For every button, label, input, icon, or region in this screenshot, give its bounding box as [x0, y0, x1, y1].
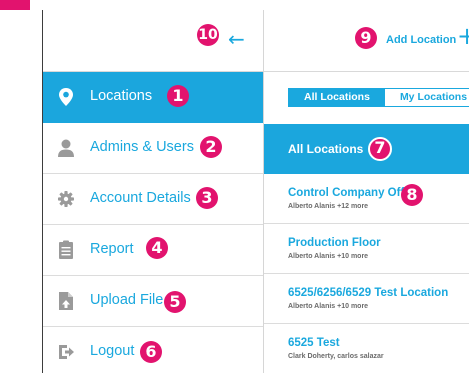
sidebar-item-label: Account Details: [90, 190, 191, 206]
my-locations-tab[interactable]: My Locations: [385, 89, 469, 106]
annotation-badge-4: 4: [146, 237, 168, 259]
annotation-badge-8: 8: [401, 184, 423, 206]
sidebar-item-label: Upload File: [90, 292, 164, 308]
arrow-left-icon[interactable]: ←: [228, 29, 245, 49]
location-name: 6525/6256/6529 Test Location: [288, 287, 449, 299]
sidebar-item-account-details[interactable]: Account Details 3: [43, 174, 263, 225]
add-location-button[interactable]: Add Location: [386, 34, 456, 46]
app-window: 10 ← Locations 1 Admins & Users 2 Accoun…: [42, 10, 469, 373]
sidebar-item-locations[interactable]: Locations 1: [43, 72, 263, 123]
location-members: Alberto Alanis +10 more: [288, 303, 369, 310]
location-filter-toggle: All Locations My Locations: [288, 88, 469, 107]
annotation-badge-6: 6: [140, 341, 162, 363]
logout-icon: [59, 345, 74, 359]
sidebar-item-label: Locations: [90, 88, 153, 104]
sidebar-item-label: Report: [90, 241, 134, 257]
location-list-item[interactable]: 6525/6256/6529 Test Location Alberto Ala…: [264, 274, 469, 324]
location-list-item[interactable]: Control Company Office Alberto Alanis +1…: [264, 174, 469, 224]
sidebar-item-admins-users[interactable]: Admins & Users 2: [43, 123, 263, 174]
section-header: All Locations 7: [264, 124, 469, 174]
location-members: Clark Doherty, carlos salazar: [288, 353, 384, 360]
sidebar-item-logout[interactable]: Logout 6: [43, 327, 263, 378]
section-title: All Locations: [288, 142, 364, 156]
sidebar-item-upload-file[interactable]: Upload File 5: [43, 276, 263, 327]
filter-row: All Locations My Locations: [264, 72, 469, 124]
sidebar-header: 10 ←: [43, 10, 263, 72]
location-name: Production Floor: [288, 237, 381, 249]
annotation-badge-2: 2: [200, 136, 222, 158]
file-upload-icon: [59, 292, 73, 310]
clipboard-icon: [59, 240, 73, 259]
location-list-item[interactable]: 6525 Test Clark Doherty, carlos salazar: [264, 324, 469, 374]
annotation-badge-7: 7: [368, 137, 392, 161]
sidebar-item-label: Logout: [90, 343, 135, 359]
location-list-item[interactable]: Production Floor Alberto Alanis +10 more: [264, 224, 469, 274]
sidebar-item-label: Admins & Users: [90, 139, 194, 155]
all-locations-tab[interactable]: All Locations: [289, 89, 385, 106]
locations-panel: 9 Add Location + All Locations My Locati…: [264, 10, 469, 373]
sidebar-item-report[interactable]: Report 4: [43, 225, 263, 276]
map-pin-icon: [59, 88, 73, 106]
annotation-badge-5: 5: [164, 291, 186, 313]
main-header: 9 Add Location +: [264, 10, 469, 72]
gear-icon: [58, 191, 74, 207]
location-members: Alberto Alanis +10 more: [288, 253, 369, 260]
annotation-badge-1: 1: [167, 85, 189, 107]
corner-tab: [0, 0, 30, 10]
annotation-badge-3: 3: [196, 187, 218, 209]
plus-icon[interactable]: +: [457, 24, 469, 48]
annotation-badge-10: 10: [197, 24, 219, 46]
location-members: Alberto Alanis +12 more: [288, 203, 369, 210]
location-name: 6525 Test: [288, 337, 340, 349]
sidebar: 10 ← Locations 1 Admins & Users 2 Accoun…: [42, 10, 264, 373]
annotation-badge-9: 9: [355, 27, 377, 49]
user-icon: [58, 139, 74, 157]
